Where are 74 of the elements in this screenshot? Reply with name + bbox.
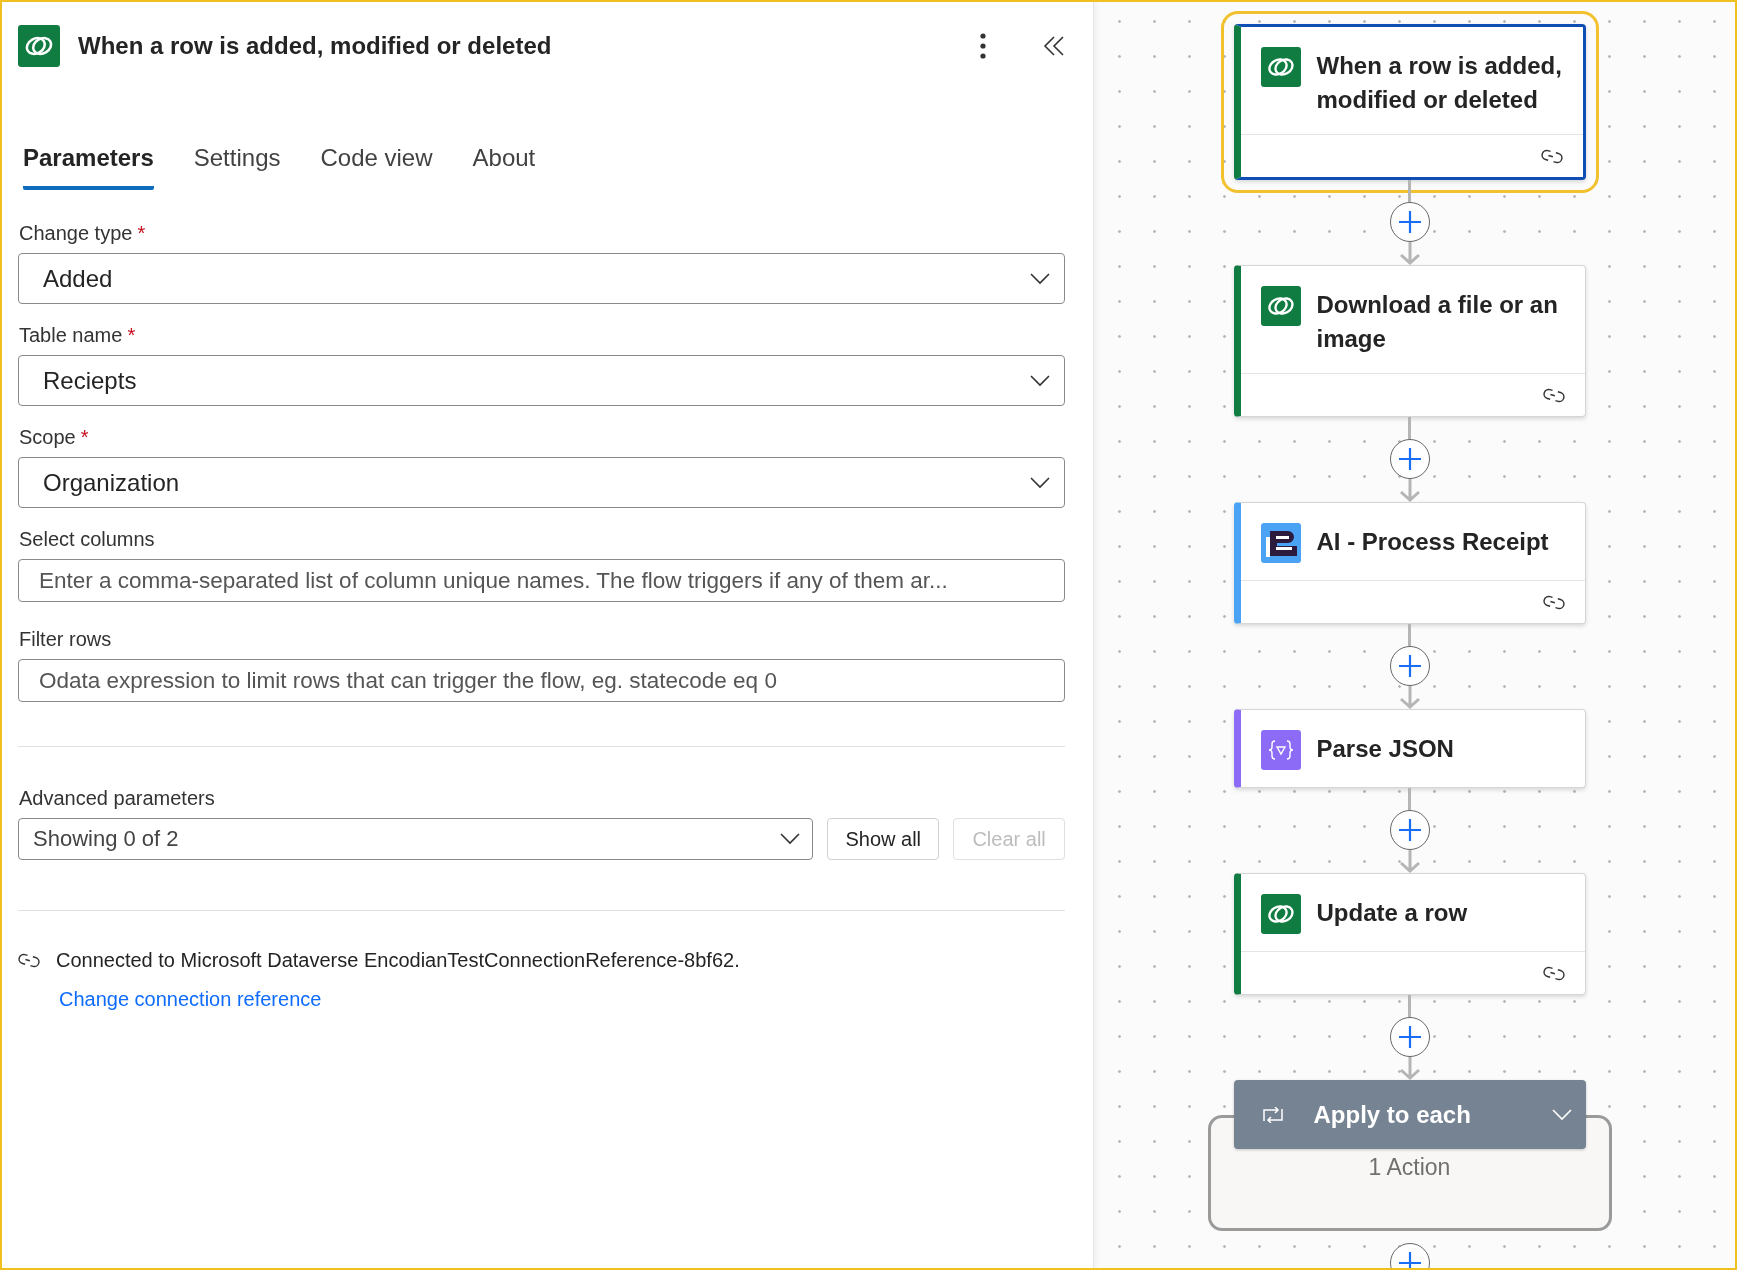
- add-step-button[interactable]: [1389, 810, 1430, 850]
- add-step-button[interactable]: [1389, 439, 1430, 479]
- show-button[interactable]: Show all: [827, 818, 940, 860]
- dataverse-icon: [18, 25, 60, 67]
- tab[interactable]: Code view: [320, 144, 433, 190]
- connector-line: [1408, 788, 1411, 810]
- dropdown-field[interactable]: Reciepts: [18, 355, 1065, 406]
- add-step-button[interactable]: [1389, 646, 1430, 686]
- connector-line: [1408, 180, 1411, 202]
- step-title: AI - Process Receipt: [1316, 527, 1549, 557]
- loop-icon: [1261, 1106, 1284, 1123]
- chevron-down-icon: [780, 833, 801, 845]
- plus-icon: [1397, 447, 1422, 471]
- json-icon: [1260, 730, 1301, 770]
- dropdown-field[interactable]: Showing 0 of 2: [18, 818, 814, 860]
- field-label: Table name: [19, 324, 123, 347]
- input-field[interactable]: Enter a comma-separated list of column unique names. The flow triggers if any of them ar...: [18, 559, 1065, 602]
- step-title: Download a file or an image: [1316, 290, 1559, 354]
- flow-step-card[interactable]: Parse JSON: [1233, 709, 1586, 788]
- chevron-down-icon: [1030, 272, 1050, 285]
- connector-line: [1408, 417, 1411, 439]
- dropdown-field[interactable]: Added: [18, 253, 1065, 304]
- connector-arrow: [1398, 686, 1421, 709]
- input-field[interactable]: Odata expression to limit rows that can trigger the flow, eg. statecode eq 0: [18, 659, 1065, 702]
- step-title: When a row is added, modified or deleted: [1316, 51, 1563, 115]
- step-title: Parse JSON: [1316, 734, 1454, 764]
- dataverse-icon: [1260, 286, 1301, 326]
- flow-step-card[interactable]: AI - Process Receipt: [1233, 502, 1586, 624]
- chevron-down-icon: [1551, 1108, 1572, 1121]
- link-icon: [1542, 387, 1565, 403]
- flow-step-card[interactable]: Download a file or an image: [1233, 265, 1586, 417]
- field-label: Filter rows: [19, 628, 112, 651]
- action-count: 1 Action: [1368, 1154, 1451, 1182]
- field-label: Select columns: [19, 528, 155, 551]
- chevron-down-icon: [1030, 476, 1050, 489]
- dropdown-field[interactable]: Organization: [18, 457, 1065, 508]
- add-step-button[interactable]: [1389, 1017, 1430, 1057]
- required-mark: *: [137, 222, 146, 245]
- connector-arrow: [1398, 1057, 1421, 1080]
- chevron-down-icon: [1030, 374, 1050, 387]
- connector-arrow: [1398, 242, 1421, 265]
- link-icon: [1540, 148, 1563, 164]
- dataverse-icon: [1260, 894, 1301, 934]
- more-options-icon[interactable]: [979, 33, 987, 59]
- dataverse-icon: [1260, 47, 1301, 87]
- required-mark: *: [127, 324, 136, 347]
- plus-icon: [1397, 818, 1422, 842]
- loop-header[interactable]: Apply to each: [1233, 1080, 1586, 1149]
- change-connection-link[interactable]: Change connection reference: [59, 988, 322, 1011]
- connector-arrow: [1398, 479, 1421, 502]
- plus-icon: [1397, 210, 1422, 234]
- required-mark: *: [80, 426, 89, 449]
- connection-text: Connected to Microsoft Dataverse EncodianTestConnectionReference-8bf62.: [56, 949, 740, 972]
- add-step-button[interactable]: [1389, 202, 1430, 242]
- connector-line: [1408, 624, 1411, 646]
- field-label: Scope: [19, 426, 76, 449]
- link-icon: [1542, 965, 1565, 981]
- plus-icon: [1397, 1025, 1422, 1049]
- flow-step-card[interactable]: Update a row: [1233, 873, 1586, 995]
- tab[interactable]: Parameters: [23, 144, 154, 190]
- connector-arrow: [1398, 850, 1421, 873]
- tab[interactable]: Settings: [193, 144, 281, 190]
- tab[interactable]: About: [472, 144, 536, 190]
- connector-line: [1408, 995, 1411, 1017]
- panel-title: When a row is added, modified or deleted: [78, 32, 553, 60]
- collapse-icon[interactable]: [1043, 35, 1065, 57]
- field-label: Advanced parameters: [19, 787, 216, 810]
- link-icon: [1542, 594, 1565, 610]
- plus-icon: [1397, 1251, 1422, 1268]
- plus-icon: [1397, 654, 1422, 678]
- step-title: Update a row: [1316, 898, 1468, 928]
- ai-builder-icon: [1260, 523, 1301, 563]
- link-icon: [18, 953, 40, 968]
- field-label: Change type: [19, 222, 133, 245]
